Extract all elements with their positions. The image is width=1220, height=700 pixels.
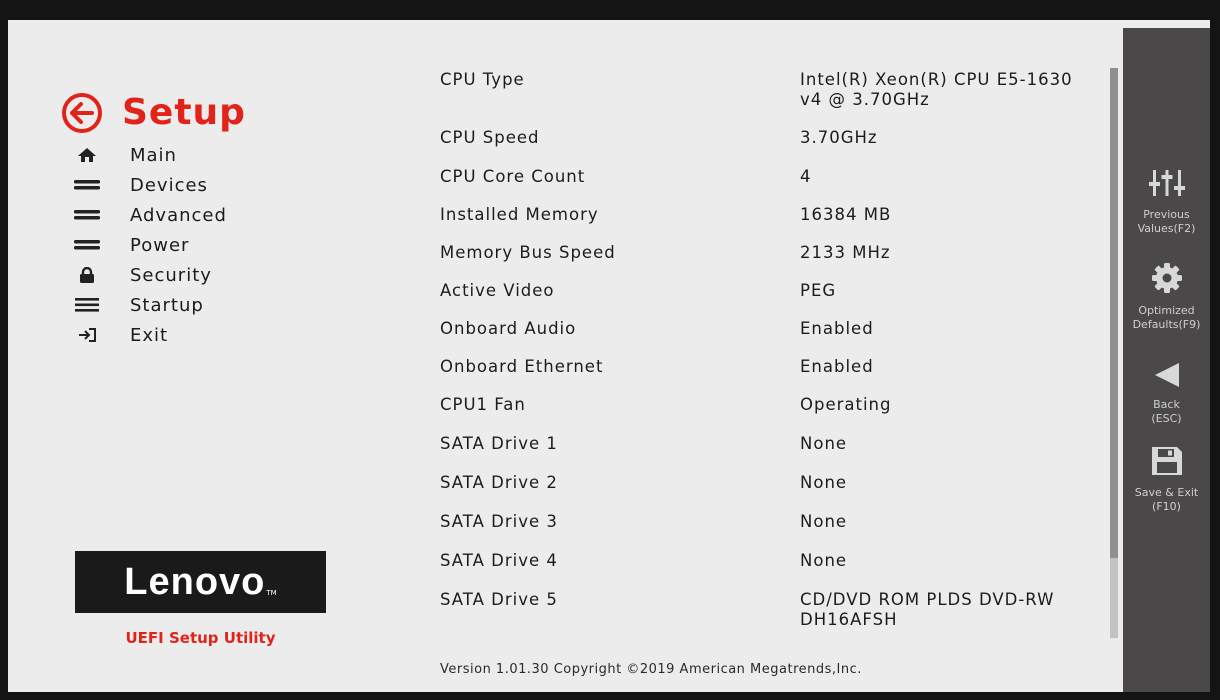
- copyright-footer: Version 1.01.30 Copyright ©2019 American…: [440, 662, 862, 677]
- utility-label: UEFI Setup Utility: [125, 629, 276, 647]
- sliders-icon: [1148, 168, 1185, 202]
- info-value: 16384 MB: [800, 205, 892, 224]
- info-row: Installed Memory 16384 MB: [440, 205, 1100, 225]
- info-label: Active Video: [440, 281, 555, 300]
- info-label: SATA Drive 5: [440, 590, 558, 609]
- info-label: CPU Type: [440, 70, 525, 89]
- main-nav: Main Devices Advanced Power Security Sta…: [74, 140, 227, 350]
- back-label: Back (ESC): [1151, 398, 1182, 425]
- logo-text: Lenovo: [124, 560, 266, 603]
- info-label: Installed Memory: [440, 205, 599, 224]
- info-label: SATA Drive 1: [440, 434, 558, 453]
- back-arrow-icon: [1153, 362, 1181, 392]
- optimized-defaults-label: Optimized Defaults(F9): [1132, 304, 1201, 331]
- info-value: None: [800, 473, 848, 492]
- nav-item-label: Devices: [130, 174, 208, 196]
- page-title: Setup: [122, 92, 246, 133]
- function-key-bar: Previous Values(F2) Optimized Defaults(F…: [1123, 28, 1210, 692]
- logo-trademark: TM: [266, 589, 277, 597]
- info-row: CPU Type Intel(R) Xeon(R) CPU E5-1630 v4…: [440, 70, 1100, 110]
- nav-item-main[interactable]: Main: [74, 140, 227, 170]
- info-label: Onboard Ethernet: [440, 357, 604, 376]
- scrollbar-thumb[interactable]: [1110, 68, 1118, 558]
- info-label: SATA Drive 2: [440, 473, 558, 492]
- info-row: CPU1 Fan Operating: [440, 395, 1100, 415]
- nav-item-label: Advanced: [130, 204, 227, 226]
- info-label: CPU Speed: [440, 128, 540, 147]
- info-row: Memory Bus Speed 2133 MHz: [440, 243, 1100, 263]
- lock-icon: [74, 266, 100, 284]
- info-row: SATA Drive 2 None: [440, 473, 1100, 493]
- nav-item-power[interactable]: Power: [74, 230, 227, 260]
- scrollbar[interactable]: [1110, 68, 1118, 638]
- gear-icon: [1151, 262, 1183, 298]
- info-value: CD/DVD ROM PLDS DVD-RW DH16AFSH: [800, 590, 1055, 629]
- nav-item-label: Security: [130, 264, 212, 286]
- info-row: Onboard Ethernet Enabled: [440, 357, 1100, 377]
- save-exit-label: Save & Exit (F10): [1134, 486, 1199, 513]
- info-row: CPU Core Count 4: [440, 167, 1100, 187]
- back-arrow-circle-icon[interactable]: [62, 92, 102, 133]
- info-row: Onboard Audio Enabled: [440, 319, 1100, 339]
- nav-item-advanced[interactable]: Advanced: [74, 200, 227, 230]
- info-row: CPU Speed 3.70GHz: [440, 128, 1100, 148]
- info-label: CPU Core Count: [440, 167, 586, 186]
- nav-item-label: Exit: [130, 324, 169, 346]
- power-icon: [74, 236, 100, 254]
- info-value: 3.70GHz: [800, 128, 878, 147]
- info-value: Enabled: [800, 319, 874, 338]
- info-row: SATA Drive 5 CD/DVD ROM PLDS DVD-RW DH16…: [440, 590, 1100, 630]
- save-icon: [1151, 446, 1183, 480]
- lenovo-logo: Lenovo TM: [75, 551, 326, 613]
- save-exit-button[interactable]: Save & Exit (F10): [1123, 446, 1210, 514]
- info-label: SATA Drive 3: [440, 512, 558, 531]
- bios-screen: Setup Main Devices Advanced Power Securi…: [8, 20, 1210, 692]
- info-label: Onboard Audio: [440, 319, 577, 338]
- info-value: 2133 MHz: [800, 243, 891, 262]
- info-label: CPU1 Fan: [440, 395, 526, 414]
- info-value: PEG: [800, 281, 837, 300]
- nav-item-label: Power: [130, 234, 190, 256]
- previous-values-button[interactable]: Previous Values(F2): [1123, 168, 1210, 236]
- exit-icon: [74, 326, 100, 344]
- info-value: Operating: [800, 395, 892, 414]
- devices-icon: [74, 176, 100, 194]
- info-value: None: [800, 551, 848, 570]
- info-row: SATA Drive 4 None: [440, 551, 1100, 571]
- info-row: SATA Drive 3 None: [440, 512, 1100, 532]
- nav-item-devices[interactable]: Devices: [74, 170, 227, 200]
- info-value: Enabled: [800, 357, 874, 376]
- advanced-icon: [74, 206, 100, 224]
- nav-item-security[interactable]: Security: [74, 260, 227, 290]
- info-value: Intel(R) Xeon(R) CPU E5-1630 v4 @ 3.70GH…: [800, 70, 1073, 109]
- nav-item-startup[interactable]: Startup: [74, 290, 227, 320]
- nav-item-label: Main: [130, 144, 177, 166]
- info-label: SATA Drive 4: [440, 551, 558, 570]
- info-value: None: [800, 434, 848, 453]
- info-value: None: [800, 512, 848, 531]
- info-value: 4: [800, 167, 812, 186]
- nav-item-label: Startup: [130, 294, 204, 316]
- home-icon: [74, 146, 100, 164]
- info-row: Active Video PEG: [440, 281, 1100, 301]
- back-button[interactable]: Back (ESC): [1123, 362, 1210, 426]
- optimized-defaults-button[interactable]: Optimized Defaults(F9): [1123, 262, 1210, 332]
- setup-header: Setup: [62, 92, 246, 133]
- nav-item-exit[interactable]: Exit: [74, 320, 227, 350]
- previous-values-label: Previous Values(F2): [1137, 208, 1196, 235]
- info-label: Memory Bus Speed: [440, 243, 616, 262]
- info-row: SATA Drive 1 None: [440, 434, 1100, 454]
- startup-icon: [74, 296, 100, 314]
